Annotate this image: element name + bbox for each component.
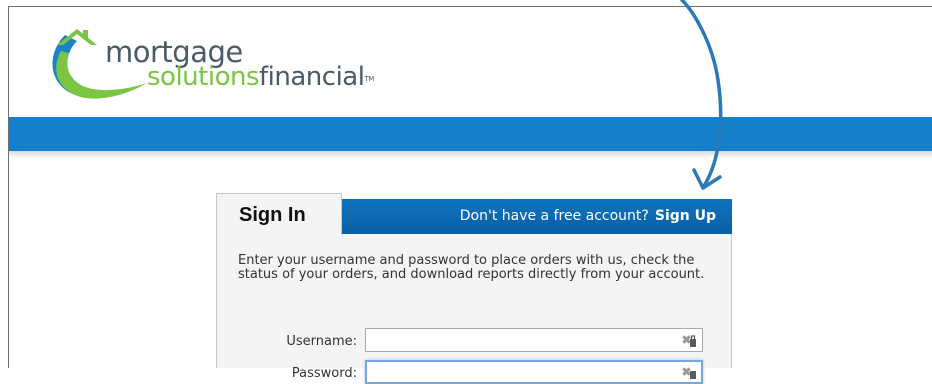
- username-key-autofill-icon[interactable]: [679, 332, 697, 348]
- signup-tab[interactable]: Don't have a free account? Sign Up: [342, 199, 732, 234]
- logo-word-solutionsfinancial: solutionsfinancialTM: [147, 63, 374, 91]
- signup-text: Don't have a free account? Sign Up: [460, 208, 716, 224]
- signin-intro-text: Enter your username and password to plac…: [238, 253, 705, 282]
- username-label: Username:: [286, 334, 357, 349]
- signup-prompt: Don't have a free account?: [459, 208, 649, 224]
- page: mortgage solutionsfinancialTM Don't have…: [0, 0, 932, 384]
- site-logo[interactable]: mortgage solutionsfinancialTM: [43, 25, 403, 103]
- signup-link[interactable]: Sign Up: [655, 208, 716, 224]
- signin-form: Enter your username and password to plac…: [216, 234, 732, 384]
- logo-word-financial: financial: [259, 62, 365, 92]
- signin-tab[interactable]: Sign In: [216, 193, 342, 235]
- header-blue-band: [9, 117, 932, 151]
- band-shadow: [9, 151, 932, 159]
- logo-trademark: TM: [364, 75, 374, 83]
- password-input[interactable]: [365, 360, 703, 384]
- logo-word-solutions: solutions: [147, 62, 260, 92]
- signin-tab-label: Sign In: [239, 204, 306, 226]
- site-header: mortgage solutionsfinancialTM: [9, 7, 932, 117]
- password-key-autofill-icon[interactable]: [679, 364, 697, 380]
- password-label: Password:: [291, 366, 357, 381]
- signin-panel: Don't have a free account? Sign Up Sign I…: [216, 193, 732, 384]
- username-input[interactable]: [365, 328, 703, 352]
